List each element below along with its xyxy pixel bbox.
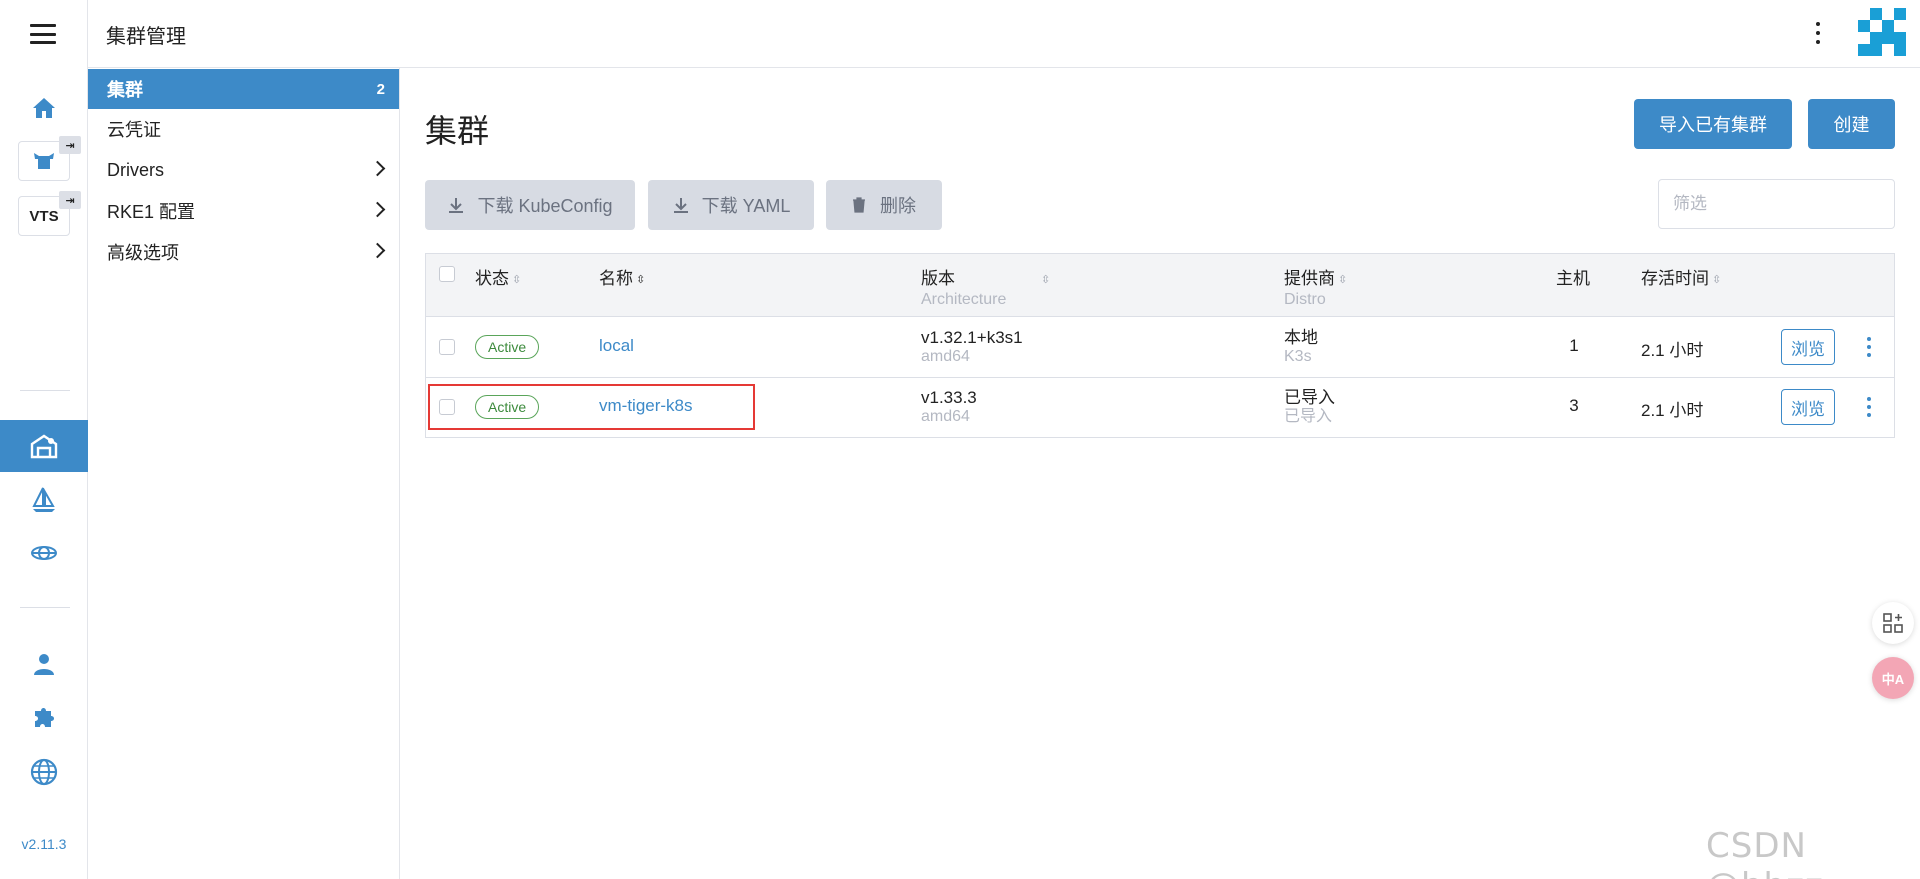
- vts-label: VTS: [29, 207, 59, 225]
- cluster-name-link[interactable]: local: [599, 336, 634, 356]
- column-age[interactable]: 存活时间 ⇳: [1641, 264, 1721, 289]
- count-badge: 2: [376, 80, 385, 98]
- age-value: 2.1 小时: [1641, 401, 1704, 420]
- page-header-title: 集群管理: [106, 26, 186, 48]
- top-header: 集群管理: [88, 0, 1920, 68]
- create-button[interactable]: 创建: [1808, 99, 1895, 149]
- chevron-right-icon: [369, 201, 386, 218]
- chevron-right-icon: [369, 160, 386, 177]
- sort-icon: ⇳: [1041, 273, 1051, 286]
- distro-value: 已导入: [1284, 408, 1333, 425]
- rail-divider: [20, 390, 70, 391]
- sidebar-item-cloud-credentials[interactable]: 云凭证: [88, 109, 399, 149]
- status-badge: Active: [475, 395, 540, 419]
- explore-button[interactable]: 浏览: [1781, 389, 1835, 425]
- column-subtitle: Architecture: [921, 291, 1007, 308]
- side-nav: 集群 2 云凭证 Drivers RKE1 配置 高级选项: [88, 68, 400, 879]
- age-value: 2.1 小时: [1641, 341, 1704, 360]
- sort-icon: ⇳: [1712, 273, 1722, 286]
- select-all-checkbox[interactable]: [439, 266, 455, 282]
- provider-cell: 已导入 已导入: [1284, 388, 1335, 426]
- sail-icon[interactable]: [0, 480, 88, 520]
- distro-value: K3s: [1284, 348, 1312, 365]
- download-yaml-button[interactable]: 下载 YAML: [648, 180, 814, 230]
- home-icon[interactable]: [0, 88, 88, 128]
- menu-icon[interactable]: [30, 24, 56, 44]
- provider-value: 已导入: [1284, 388, 1335, 407]
- row-checkbox[interactable]: [439, 399, 455, 415]
- cluster-name-link[interactable]: vm-tiger-k8s: [599, 396, 693, 416]
- sidebar-item-label: 集群: [107, 80, 143, 100]
- table-row: Active local v1.32.1+k3s1 amd64 本地 K3s 1…: [426, 317, 1894, 377]
- provider-cell: 本地 K3s: [1284, 328, 1318, 366]
- row-checkbox[interactable]: [439, 339, 455, 355]
- sidebar-item-label: RKE1 配置: [107, 202, 196, 222]
- sort-icon: ⇳: [512, 273, 522, 286]
- cow-icon: [34, 153, 54, 169]
- left-rail: ⇥ VTS ⇥ v2.11.3: [0, 0, 88, 879]
- import-cluster-button[interactable]: 导入已有集群: [1634, 99, 1792, 149]
- puzzle-icon[interactable]: [0, 698, 88, 738]
- sidebar-item-label: 云凭证: [107, 120, 161, 140]
- translate-icon[interactable]: 中A: [1872, 657, 1914, 699]
- delete-button[interactable]: 删除: [826, 180, 942, 230]
- version-value: v1.32.1+k3s1: [921, 328, 1023, 347]
- vts-shortcut-button[interactable]: VTS ⇥: [18, 191, 81, 236]
- chevron-right-icon: [369, 242, 386, 259]
- translate-label: 中A: [1881, 671, 1905, 687]
- button-label: 下载 KubeConfig: [477, 196, 613, 216]
- download-icon: [673, 198, 688, 213]
- download-icon: [449, 198, 464, 213]
- column-hosts: 主机: [1556, 269, 1590, 288]
- more-icon[interactable]: [1810, 20, 1826, 46]
- version-label[interactable]: v2.11.3: [0, 836, 88, 852]
- cluster-shortcut-button[interactable]: ⇥: [18, 136, 81, 181]
- hosts-value: 1: [1569, 336, 1579, 355]
- sidebar-item-advanced[interactable]: 高级选项: [88, 232, 399, 272]
- filter-input[interactable]: [1658, 179, 1895, 229]
- cluster-management-icon[interactable]: [0, 420, 88, 472]
- app-logo[interactable]: [1858, 8, 1906, 56]
- sort-desc-icon: ⇳: [636, 273, 646, 286]
- version-cell: v1.32.1+k3s1 amd64: [921, 328, 1023, 366]
- column-provider[interactable]: 提供商 ⇳ Distro: [1284, 264, 1347, 309]
- trash-icon: [853, 197, 865, 213]
- provider-value: 本地: [1284, 328, 1318, 347]
- rail-divider: [20, 607, 70, 608]
- pin-icon[interactable]: ⇥: [59, 191, 81, 209]
- sidebar-item-rke1-config[interactable]: RKE1 配置: [88, 191, 399, 231]
- download-kubeconfig-button[interactable]: 下载 KubeConfig: [425, 180, 635, 230]
- explore-button[interactable]: 浏览: [1781, 329, 1835, 365]
- version-cell: v1.33.3 amd64: [921, 388, 977, 426]
- apps-icon[interactable]: [1872, 602, 1914, 644]
- button-label: 下载 YAML: [701, 196, 791, 216]
- sort-icon: ⇳: [1338, 273, 1348, 286]
- table-row: Active vm-tiger-k8s v1.33.3 amd64 已导入 已导…: [426, 378, 1894, 438]
- version-value: v1.33.3: [921, 388, 977, 407]
- column-subtitle: Distro: [1284, 291, 1326, 308]
- globe-wire-icon[interactable]: [0, 533, 88, 573]
- sidebar-item-label: Drivers: [107, 159, 164, 180]
- pin-icon[interactable]: ⇥: [59, 136, 81, 154]
- sidebar-item-clusters[interactable]: 集群 2: [88, 69, 399, 109]
- table-header: 状态 ⇳ 名称 ⇳ 版本 ⇳ Architecture 提供商 ⇳ Distro 主机 存活…: [426, 254, 1894, 317]
- column-version[interactable]: 版本 ⇳ Architecture: [921, 264, 1050, 309]
- column-state[interactable]: 状态 ⇳: [475, 264, 521, 289]
- sidebar-item-label: 高级选项: [107, 243, 179, 263]
- page-title: 集群: [425, 113, 490, 149]
- watermark: CSDN @hhzz: [1706, 826, 1823, 879]
- status-badge: Active: [475, 335, 540, 359]
- button-label: 删除: [880, 196, 916, 216]
- arch-value: amd64: [921, 348, 970, 365]
- clusters-table: 状态 ⇳ 名称 ⇳ 版本 ⇳ Architecture 提供商 ⇳ Distro 主机 存活…: [425, 253, 1895, 438]
- column-name[interactable]: 名称 ⇳: [599, 264, 645, 289]
- main-content: 集群 导入已有集群 创建 下载 KubeConfig 下载 YAML 删除 状态…: [400, 68, 1920, 879]
- more-icon[interactable]: [1866, 337, 1872, 357]
- sidebar-item-drivers[interactable]: Drivers: [88, 150, 399, 190]
- user-icon[interactable]: [0, 644, 88, 684]
- globe-icon[interactable]: [0, 752, 88, 792]
- more-icon[interactable]: [1866, 397, 1872, 417]
- arch-value: amd64: [921, 408, 970, 425]
- hosts-value: 3: [1569, 396, 1579, 415]
